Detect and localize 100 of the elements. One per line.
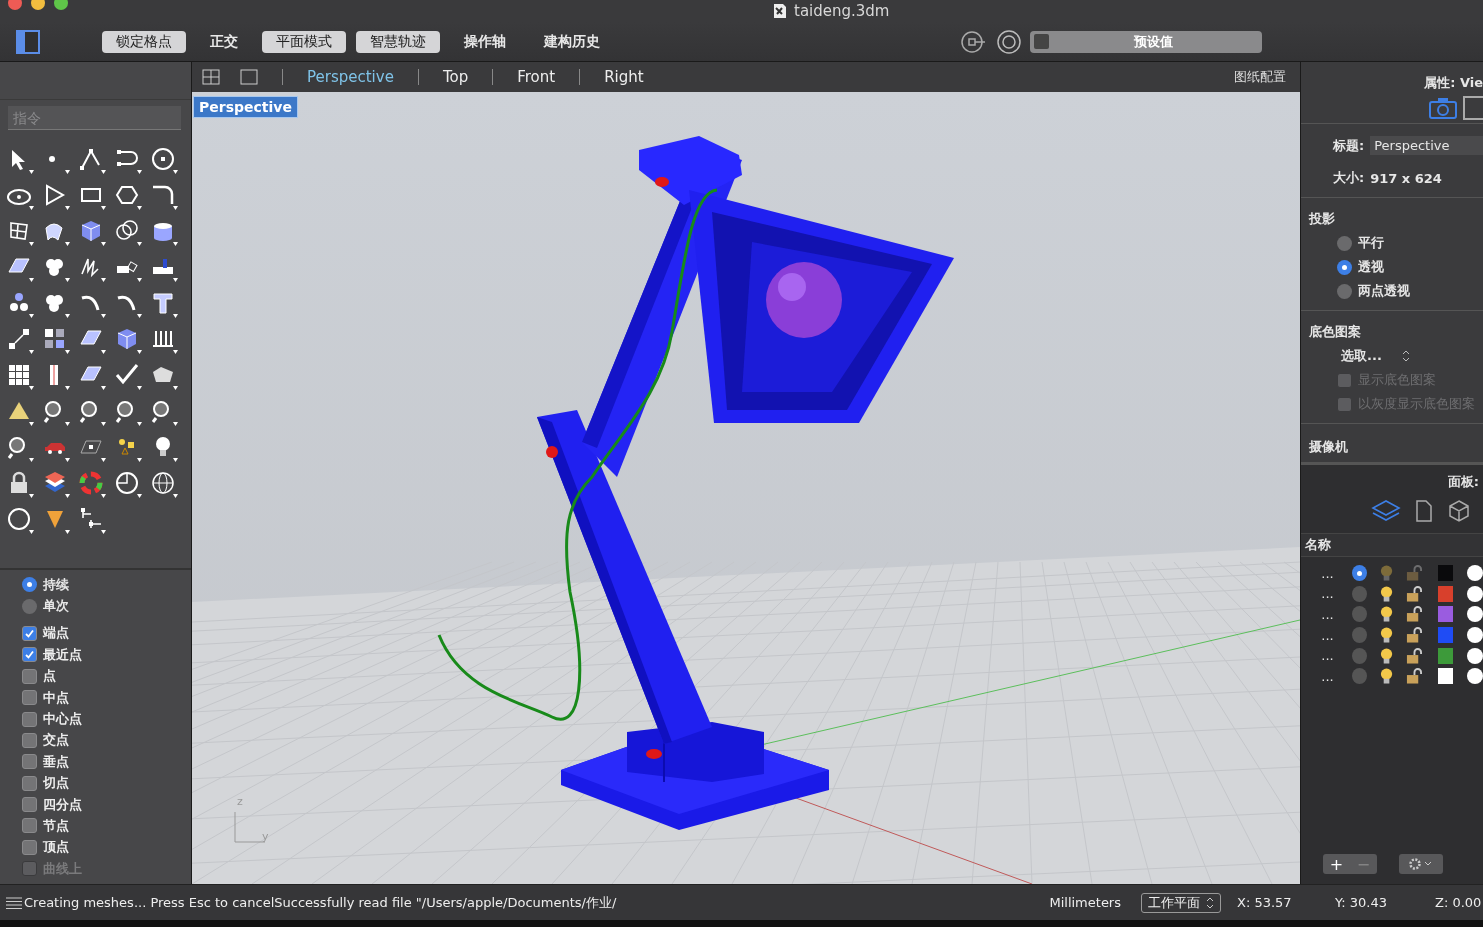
radio-button[interactable] bbox=[1337, 235, 1352, 251]
sphere-icon[interactable] bbox=[114, 470, 142, 498]
layer-name[interactable]: ... bbox=[1301, 586, 1352, 602]
stepper-icon[interactable] bbox=[1401, 350, 1410, 362]
layer-name[interactable]: ... bbox=[1301, 648, 1352, 664]
radio-button[interactable] bbox=[1337, 283, 1352, 299]
four-viewports-icon[interactable] bbox=[202, 69, 220, 85]
magnifier-icon[interactable] bbox=[6, 434, 34, 462]
field-label: 标题: bbox=[1333, 136, 1365, 155]
material-swatch[interactable] bbox=[1467, 627, 1483, 644]
lock-icon[interactable] bbox=[1406, 667, 1423, 686]
circle-icon[interactable] bbox=[150, 146, 178, 174]
title-field[interactable]: Perspective bbox=[1370, 136, 1483, 155]
dimension-icon[interactable] bbox=[78, 506, 106, 534]
material-swatch[interactable] bbox=[1467, 565, 1483, 582]
magnifier-icon[interactable] bbox=[78, 398, 106, 426]
snap-label: 四分点 bbox=[43, 795, 82, 814]
layer-name[interactable]: ... bbox=[1301, 627, 1352, 643]
viewport-label[interactable]: Perspective bbox=[193, 96, 298, 118]
close-window-button[interactable] bbox=[8, 0, 22, 10]
checkbox[interactable] bbox=[22, 732, 37, 748]
lock-icon[interactable] bbox=[1406, 605, 1423, 624]
layer-color-swatch[interactable] bbox=[1437, 647, 1453, 664]
menu-icon[interactable] bbox=[6, 896, 22, 909]
minimize-window-button[interactable] bbox=[31, 0, 45, 10]
radio-button[interactable] bbox=[1337, 259, 1352, 275]
checkbox[interactable] bbox=[22, 797, 37, 813]
magnifier-icon[interactable] bbox=[42, 398, 70, 426]
viewport-tab[interactable]: Top bbox=[442, 68, 469, 86]
single-viewport-icon[interactable] bbox=[240, 69, 258, 85]
layer-color-swatch[interactable] bbox=[1437, 565, 1453, 582]
section-heading: 摄像机 bbox=[1309, 439, 1348, 454]
camera-icon[interactable] bbox=[1429, 96, 1457, 119]
layer-color-swatch[interactable] bbox=[1437, 627, 1453, 644]
checkbox[interactable] bbox=[22, 625, 37, 641]
checkbox[interactable] bbox=[22, 647, 37, 663]
zoom-window-button[interactable] bbox=[54, 0, 68, 10]
overlapping-circles-icon[interactable] bbox=[114, 218, 142, 246]
polyline-icon[interactable] bbox=[78, 146, 106, 174]
toggle-button[interactable]: 正交 bbox=[196, 30, 252, 53]
material-swatch[interactable] bbox=[1467, 606, 1483, 623]
toggle-button[interactable]: 平面模式 bbox=[262, 30, 346, 53]
grid-icon[interactable] bbox=[6, 362, 34, 390]
scale-icon[interactable] bbox=[6, 326, 34, 354]
circle-icon[interactable] bbox=[6, 506, 34, 534]
material-swatch[interactable] bbox=[1467, 668, 1483, 685]
radio-button[interactable] bbox=[22, 577, 37, 593]
toggle-button[interactable]: 操作轴 bbox=[450, 30, 520, 53]
checkbox[interactable] bbox=[22, 818, 37, 834]
bulb-icon[interactable] bbox=[1378, 584, 1394, 603]
add-remove-layer-control[interactable]: + − bbox=[1323, 854, 1377, 874]
layout-button[interactable]: 图纸配置 bbox=[1234, 68, 1286, 86]
layer-name[interactable]: ... bbox=[1301, 565, 1352, 581]
option-label: 单次 bbox=[43, 597, 69, 616]
sidebar-toggle-icon[interactable] bbox=[16, 29, 40, 54]
cplane-dropdown[interactable]: 工作平面 bbox=[1141, 892, 1221, 913]
toggle-button[interactable]: 智慧轨迹 bbox=[356, 30, 440, 53]
layer-name[interactable]: ... bbox=[1301, 668, 1352, 684]
checkbox[interactable] bbox=[22, 711, 37, 727]
checkbox[interactable] bbox=[22, 775, 37, 791]
bulb-icon[interactable] bbox=[1378, 626, 1394, 645]
magnifier-icon[interactable] bbox=[150, 398, 178, 426]
bulb-icon[interactable] bbox=[1378, 646, 1394, 665]
record-history-icon[interactable] bbox=[960, 28, 986, 55]
layer-name[interactable]: ... bbox=[1301, 607, 1352, 622]
globe-icon[interactable] bbox=[150, 470, 178, 498]
checkmark-icon bbox=[24, 649, 35, 661]
magnifier-icon[interactable] bbox=[114, 398, 142, 426]
settings-dropdown[interactable] bbox=[1399, 854, 1443, 874]
toggle-button[interactable]: 锁定格点 bbox=[102, 30, 186, 53]
checkmark-icon[interactable] bbox=[114, 362, 142, 390]
pick-dropdown[interactable]: 选取... bbox=[1341, 347, 1382, 365]
current-layer-indicator[interactable] bbox=[1351, 565, 1367, 582]
bulb-icon[interactable] bbox=[1378, 667, 1394, 686]
bulb-icon[interactable] bbox=[1378, 605, 1394, 624]
page-icon[interactable] bbox=[1415, 499, 1433, 523]
checkbox[interactable] bbox=[22, 668, 37, 684]
checkbox[interactable] bbox=[22, 690, 37, 706]
lock-icon[interactable] bbox=[1406, 584, 1423, 603]
frame-icon[interactable] bbox=[1463, 95, 1483, 120]
viewport-tab[interactable]: Perspective bbox=[307, 68, 394, 86]
viewport-tab[interactable]: Right bbox=[604, 68, 644, 86]
lock-icon[interactable] bbox=[1406, 626, 1423, 645]
cube-icon[interactable] bbox=[1447, 499, 1471, 523]
layer-color-swatch[interactable] bbox=[1437, 585, 1453, 602]
material-swatch[interactable] bbox=[1467, 647, 1483, 664]
squares-icon[interactable] bbox=[42, 326, 70, 354]
layer-color-swatch[interactable] bbox=[1437, 668, 1453, 685]
checkbox[interactable] bbox=[22, 754, 37, 770]
layer-color-swatch[interactable] bbox=[1437, 606, 1453, 623]
viewport-tab[interactable]: Front bbox=[517, 68, 556, 86]
t-beam-icon[interactable] bbox=[150, 290, 178, 318]
target-icon[interactable] bbox=[996, 28, 1022, 55]
material-swatch[interactable] bbox=[1467, 585, 1483, 602]
settings-icon[interactable] bbox=[1408, 858, 1434, 870]
color-wheel-icon[interactable] bbox=[78, 470, 106, 498]
checkbox[interactable] bbox=[22, 839, 37, 855]
radio-button[interactable] bbox=[22, 598, 37, 614]
lock-icon[interactable] bbox=[1406, 646, 1423, 665]
toggle-button[interactable]: 建构历史 bbox=[530, 30, 614, 53]
